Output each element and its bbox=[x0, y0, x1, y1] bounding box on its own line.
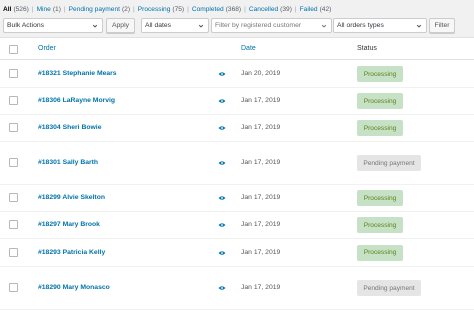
table-row: #18321 Stephanie Mears Jan 20, 2019 Proc… bbox=[0, 61, 474, 88]
status-badge: Pending payment bbox=[357, 280, 421, 296]
table-header: Order Date Status bbox=[0, 38, 474, 60]
filter-separator: | bbox=[294, 5, 297, 13]
status-badge: Processing bbox=[357, 190, 403, 206]
order-date: Jan 17, 2019 bbox=[241, 194, 281, 201]
filter-processing-count: (75) bbox=[172, 5, 185, 13]
row-checkbox[interactable] bbox=[9, 193, 18, 202]
row-checkbox[interactable] bbox=[9, 123, 18, 132]
table-row: #18297 Mary Brook Jan 17, 2019 Processin… bbox=[0, 212, 474, 239]
status-badge: Processing bbox=[357, 93, 403, 109]
dates-select[interactable]: All dates bbox=[141, 18, 209, 33]
eye-icon[interactable] bbox=[218, 125, 226, 131]
eye-icon[interactable] bbox=[218, 71, 226, 77]
order-link[interactable]: #18306 LaRayne Morvig bbox=[38, 97, 115, 104]
order-date: Jan 20, 2019 bbox=[241, 70, 281, 77]
filter-mine[interactable]: Mine (1) bbox=[37, 6, 61, 13]
order-status-filters: All (526) | Mine (1) | Pending payment (2) … bbox=[3, 4, 331, 14]
table-toolbar: Bulk Actions Apply All dates Filter by r… bbox=[3, 18, 471, 34]
column-order[interactable]: Order bbox=[38, 45, 56, 52]
orders-table: Order Date Status #18321 Stephanie Mears… bbox=[0, 37, 474, 313]
eye-icon[interactable] bbox=[218, 98, 226, 104]
order-types-value: All orders types bbox=[337, 22, 384, 29]
select-all-checkbox[interactable] bbox=[9, 45, 18, 54]
order-link[interactable]: #18304 Sheri Bowie bbox=[38, 124, 101, 131]
table-row: #18299 Alvie Skelton Jan 17, 2019 Proces… bbox=[0, 185, 474, 212]
filter-separator: | bbox=[31, 5, 34, 13]
order-date: Jan 17, 2019 bbox=[241, 284, 281, 291]
chevron-down-icon bbox=[198, 24, 204, 28]
filter-pending-payment[interactable]: Pending payment (2) bbox=[69, 6, 130, 13]
order-date: Jan 17, 2019 bbox=[241, 124, 281, 131]
filter-cancelled-count: (39) bbox=[280, 5, 292, 13]
row-checkbox[interactable] bbox=[9, 220, 18, 229]
chevron-down-icon bbox=[92, 24, 98, 28]
filter-completed-label[interactable]: Completed bbox=[192, 6, 224, 13]
row-checkbox[interactable] bbox=[9, 158, 18, 167]
order-date: Jan 17, 2019 bbox=[241, 97, 281, 104]
table-row: #18304 Sheri Bowie Jan 17, 2019 Processi… bbox=[0, 115, 474, 142]
row-checkbox[interactable] bbox=[9, 283, 18, 292]
filter-separator: | bbox=[187, 5, 189, 13]
filter-failed-label[interactable]: Failed bbox=[300, 6, 318, 13]
filter-failed-count: (42) bbox=[319, 5, 332, 13]
filter-processing-label[interactable]: Processing bbox=[138, 6, 171, 13]
chevron-down-icon bbox=[321, 24, 327, 28]
filter-mine-count: (1) bbox=[52, 5, 61, 13]
row-checkbox[interactable] bbox=[9, 96, 18, 105]
eye-icon[interactable] bbox=[218, 250, 226, 256]
filter-failed[interactable]: Failed (42) bbox=[300, 6, 332, 13]
order-date: Jan 17, 2019 bbox=[241, 221, 281, 228]
table-row: #18290 Mary Monasco Jan 17, 2019 Pending… bbox=[0, 267, 474, 310]
filter-button[interactable]: Filter bbox=[429, 18, 455, 33]
filter-completed-count: (368) bbox=[225, 5, 242, 13]
filter-separator: | bbox=[63, 5, 66, 13]
column-date[interactable]: Date bbox=[241, 45, 256, 52]
order-types-select[interactable]: All orders types bbox=[333, 18, 427, 33]
status-badge: Processing bbox=[357, 120, 403, 136]
customer-filter-select[interactable]: Filter by registered customer bbox=[211, 18, 332, 33]
filter-separator: | bbox=[133, 5, 135, 13]
bulk-actions-select[interactable]: Bulk Actions bbox=[3, 18, 103, 33]
order-link[interactable]: #18301 Sally Barth bbox=[38, 159, 98, 166]
order-link[interactable]: #18299 Alvie Skelton bbox=[38, 194, 105, 201]
filter-all[interactable]: All (526) bbox=[3, 6, 29, 13]
filter-completed[interactable]: Completed (368) bbox=[192, 6, 241, 13]
filter-cancelled[interactable]: Cancelled (39) bbox=[249, 6, 292, 13]
eye-icon[interactable] bbox=[218, 195, 226, 201]
apply-button[interactable]: Apply bbox=[106, 18, 135, 33]
filter-pending-payment-label[interactable]: Pending payment bbox=[69, 6, 120, 13]
filter-separator: | bbox=[244, 5, 246, 13]
bulk-actions-value: Bulk Actions bbox=[7, 22, 45, 29]
filter-cancelled-label[interactable]: Cancelled bbox=[249, 6, 278, 13]
customer-filter-placeholder: Filter by registered customer bbox=[215, 22, 302, 29]
order-link[interactable]: #18321 Stephanie Mears bbox=[38, 70, 117, 77]
chevron-down-icon bbox=[416, 24, 422, 28]
status-badge: Pending payment bbox=[357, 155, 421, 171]
table-row: #18306 LaRayne Morvig Jan 17, 2019 Proce… bbox=[0, 88, 474, 115]
table-row: #18301 Sally Barth Jan 17, 2019 Pending … bbox=[0, 142, 474, 185]
dates-value: All dates bbox=[145, 22, 172, 29]
order-link[interactable]: #18293 Patricia Kelly bbox=[38, 249, 105, 256]
column-status: Status bbox=[357, 45, 377, 52]
filter-mine-label[interactable]: Mine bbox=[37, 6, 51, 13]
row-checkbox[interactable] bbox=[9, 69, 18, 78]
status-badge: Processing bbox=[357, 66, 403, 82]
eye-icon[interactable] bbox=[218, 160, 226, 166]
order-date: Jan 17, 2019 bbox=[241, 248, 281, 256]
filter-all-label[interactable]: All bbox=[3, 6, 11, 13]
order-date: Jan 17, 2019 bbox=[241, 159, 281, 166]
eye-icon[interactable] bbox=[218, 285, 226, 291]
filter-all-count: (526) bbox=[13, 5, 29, 13]
eye-icon[interactable] bbox=[218, 222, 226, 228]
filter-pending-payment-count: (2) bbox=[121, 5, 131, 13]
row-checkbox[interactable] bbox=[9, 247, 18, 257]
order-link[interactable]: #18290 Mary Monasco bbox=[38, 284, 110, 291]
status-badge: Processing bbox=[357, 217, 403, 233]
filter-processing[interactable]: Processing (75) bbox=[138, 6, 184, 13]
status-badge: Processing bbox=[357, 244, 403, 261]
order-link[interactable]: #18297 Mary Brook bbox=[38, 221, 100, 228]
table-row: #18293 Patricia Kelly Jan 17, 2019 Proce… bbox=[0, 239, 474, 267]
